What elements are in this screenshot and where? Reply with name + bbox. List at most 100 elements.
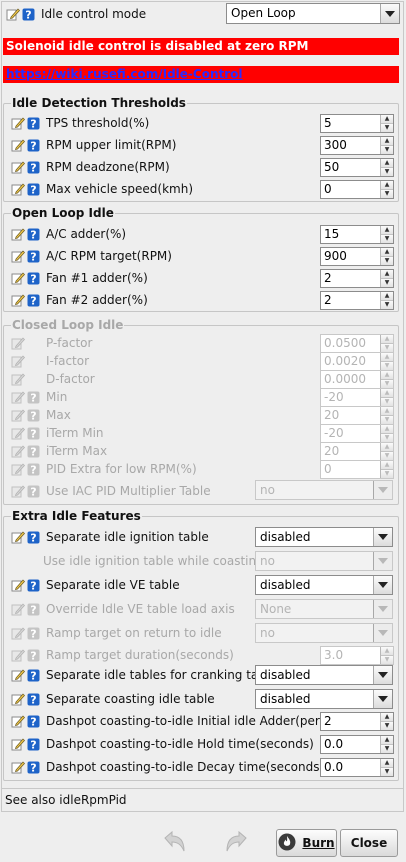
iterm-min-spinner[interactable]: -20 ▲ ▼ (320, 424, 394, 443)
dashpot-hold-spinner[interactable]: 0.0 ▲ ▼ (320, 735, 394, 754)
edit-pencil-icon[interactable] (11, 249, 25, 263)
edit-pencil-icon[interactable] (11, 271, 25, 285)
edit-pencil-icon[interactable] (11, 692, 25, 706)
spin-down-icon[interactable]: ▼ (381, 469, 393, 478)
pid-extra-low-rpm-spinner[interactable]: 0 ▲ ▼ (320, 460, 394, 479)
close-button[interactable]: Close (340, 829, 398, 857)
ac-rpm-target-spinner[interactable]: 900 ▲ ▼ (320, 247, 394, 266)
max-vehicle-speed-spinner[interactable]: 0 ▲ ▼ (320, 180, 394, 199)
rpm-deadzone-input[interactable]: 50 (321, 159, 380, 176)
spin-down-icon[interactable]: ▼ (381, 361, 393, 370)
rpm-upper-limit-spinner[interactable]: 300 ▲ ▼ (320, 136, 394, 155)
edit-pencil-icon[interactable] (11, 227, 25, 241)
pid-min-spinner[interactable]: -20 ▲ ▼ (320, 388, 394, 407)
redo-icon[interactable] (224, 829, 250, 858)
dashpot-hold-input[interactable]: 0.0 (321, 736, 380, 753)
chevron-down-icon[interactable] (373, 690, 392, 708)
edit-pencil-icon[interactable] (11, 530, 25, 544)
chevron-down-icon[interactable] (380, 4, 399, 23)
wiki-link[interactable]: https://wiki.rusefi.com/Idle-Control (6, 67, 243, 81)
fan1-adder-spinner[interactable]: 2 ▲ ▼ (320, 269, 394, 288)
ac-adder-input[interactable]: 15 (321, 226, 380, 243)
help-icon[interactable]: ? (27, 272, 40, 285)
spin-down-icon[interactable]: ▼ (381, 397, 393, 406)
edit-pencil-icon[interactable] (11, 737, 25, 751)
spin-up-icon[interactable]: ▲ (381, 647, 393, 655)
edit-pencil-icon[interactable] (11, 293, 25, 307)
tps-threshold-input[interactable]: 5 (321, 115, 380, 132)
spin-up-icon[interactable]: ▲ (381, 335, 393, 343)
edit-pencil-icon[interactable] (6, 7, 20, 21)
spin-up-icon[interactable]: ▲ (381, 371, 393, 379)
sep-ve-table-select[interactable]: disabled (255, 575, 393, 595)
spin-up-icon[interactable]: ▲ (381, 389, 393, 397)
chevron-down-icon[interactable] (373, 666, 392, 684)
help-icon[interactable]: ? (27, 715, 40, 728)
spin-up-icon[interactable]: ▲ (381, 461, 393, 469)
ramp-target-select[interactable]: no (255, 623, 393, 643)
ramp-duration-input[interactable]: 3.0 (321, 647, 380, 664)
edit-pencil-icon[interactable] (11, 578, 25, 592)
rpm-deadzone-spinner[interactable]: 50 ▲ ▼ (320, 158, 394, 177)
edit-pencil-icon[interactable] (11, 138, 25, 152)
spin-up-icon[interactable]: ▲ (381, 407, 393, 415)
iterm-max-input[interactable]: 20 (321, 443, 380, 460)
help-icon[interactable]: ? (22, 8, 35, 21)
fan2-adder-input[interactable]: 2 (321, 292, 380, 309)
tps-threshold-spinner[interactable]: 5 ▲ ▼ (320, 114, 394, 133)
ramp-duration-spinner[interactable]: 3.0 ▲ ▼ (320, 646, 394, 665)
use-ign-coasting-select[interactable]: no (255, 551, 393, 571)
sep-coasting-table-select[interactable]: disabled (255, 689, 393, 709)
spin-down-icon[interactable]: ▼ (381, 145, 393, 154)
p-factor-spinner[interactable]: 0.0500 ▲ ▼ (320, 334, 394, 353)
i-factor-spinner[interactable]: 0.0020 ▲ ▼ (320, 352, 394, 371)
edit-pencil-icon[interactable] (11, 760, 25, 774)
help-icon[interactable]: ? (27, 693, 40, 706)
fan1-adder-input[interactable]: 2 (321, 270, 380, 287)
spin-up-icon[interactable]: ▲ (381, 353, 393, 361)
dashpot-adder-input[interactable]: 2 (321, 713, 380, 730)
spin-up-icon[interactable]: ▲ (381, 443, 393, 451)
iterm-min-input[interactable]: -20 (321, 425, 380, 442)
spin-down-icon[interactable]: ▼ (381, 433, 393, 442)
iac-multiplier-select[interactable]: no (255, 480, 393, 500)
spin-up-icon[interactable]: ▲ (381, 226, 393, 234)
i-factor-input[interactable]: 0.0020 (321, 353, 380, 370)
help-icon[interactable]: ? (27, 228, 40, 241)
help-icon[interactable]: ? (27, 294, 40, 307)
burn-button[interactable]: Burn (276, 829, 337, 857)
help-icon[interactable]: ? (27, 161, 40, 174)
edit-pencil-icon[interactable] (11, 714, 25, 728)
sep-ign-table-select[interactable]: disabled (255, 527, 393, 547)
spin-down-icon[interactable]: ▼ (381, 278, 393, 287)
spin-up-icon[interactable]: ▲ (381, 137, 393, 145)
spin-down-icon[interactable]: ▼ (381, 655, 393, 664)
help-icon[interactable]: ? (27, 579, 40, 592)
help-icon[interactable]: ? (27, 761, 40, 774)
chevron-down-icon[interactable] (373, 481, 392, 499)
help-icon[interactable]: ? (27, 250, 40, 263)
spin-down-icon[interactable]: ▼ (381, 234, 393, 243)
chevron-down-icon[interactable] (373, 552, 392, 570)
pid-max-spinner[interactable]: 20 ▲ ▼ (320, 406, 394, 425)
spin-up-icon[interactable]: ▲ (381, 270, 393, 278)
spin-down-icon[interactable]: ▼ (381, 189, 393, 198)
spin-up-icon[interactable]: ▲ (381, 159, 393, 167)
spin-down-icon[interactable]: ▼ (381, 767, 393, 776)
override-ve-axis-select[interactable]: None (255, 599, 393, 619)
edit-pencil-icon[interactable] (11, 182, 25, 196)
spin-up-icon[interactable]: ▲ (381, 181, 393, 189)
spin-down-icon[interactable]: ▼ (381, 123, 393, 132)
spin-down-icon[interactable]: ▼ (381, 343, 393, 352)
fan2-adder-spinner[interactable]: 2 ▲ ▼ (320, 291, 394, 310)
spin-down-icon[interactable]: ▼ (381, 451, 393, 460)
spin-up-icon[interactable]: ▲ (381, 115, 393, 123)
help-icon[interactable]: ? (27, 669, 40, 682)
max-vehicle-speed-input[interactable]: 0 (321, 181, 380, 198)
d-factor-input[interactable]: 0.0000 (321, 371, 380, 388)
dashpot-decay-input[interactable]: 0.0 (321, 759, 380, 776)
d-factor-spinner[interactable]: 0.0000 ▲ ▼ (320, 370, 394, 389)
spin-down-icon[interactable]: ▼ (381, 744, 393, 753)
chevron-down-icon[interactable] (373, 576, 392, 594)
help-icon[interactable]: ? (27, 183, 40, 196)
